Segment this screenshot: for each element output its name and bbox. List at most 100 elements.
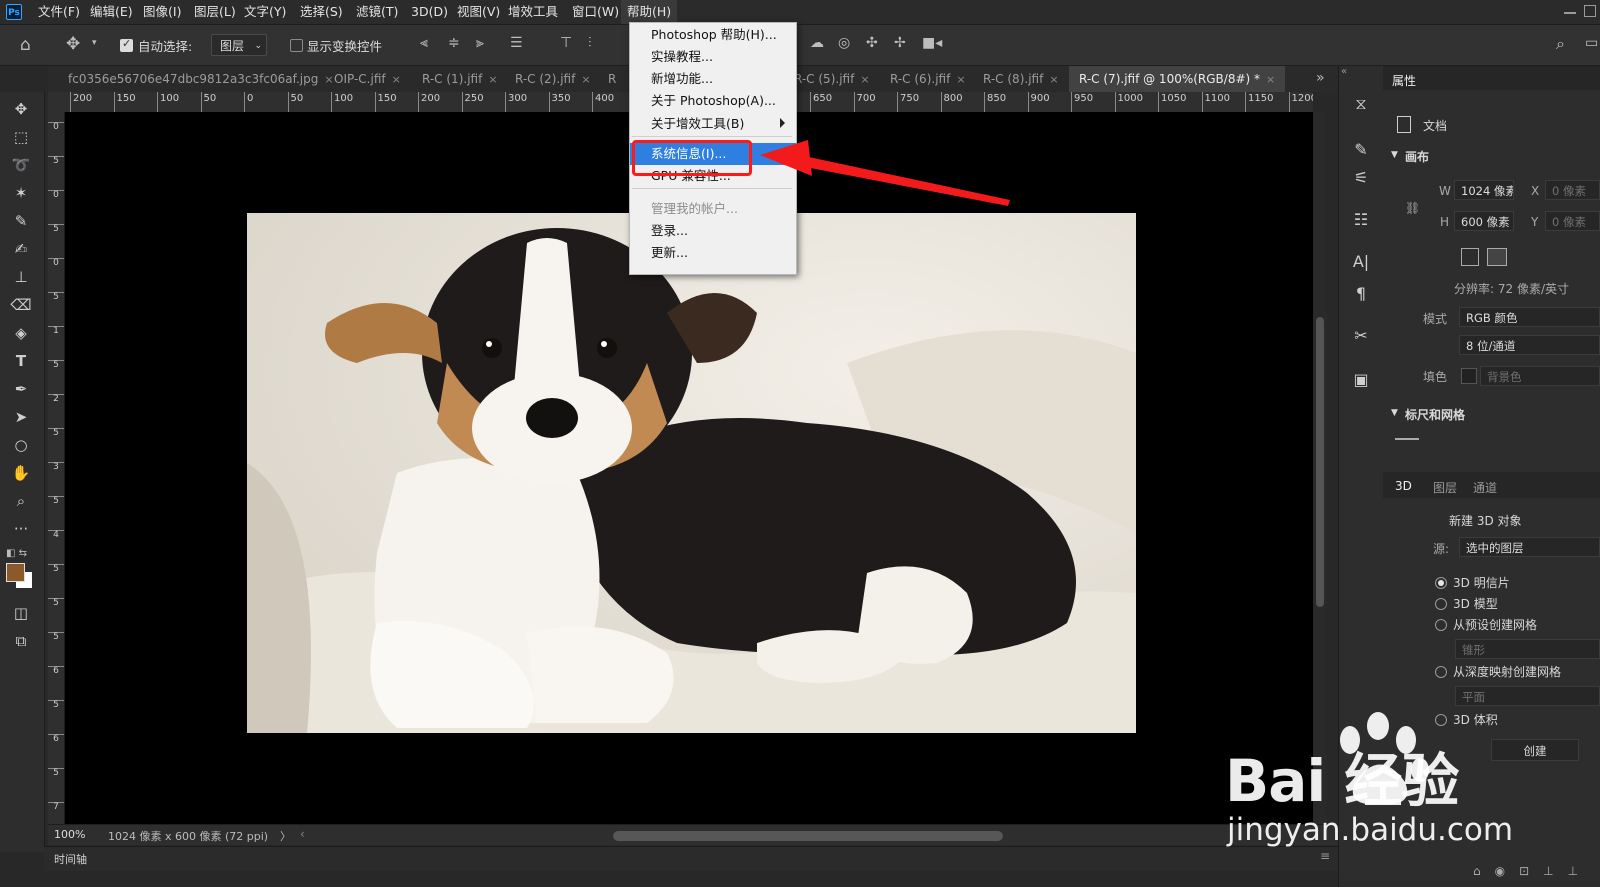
align-right-icon[interactable]: ⫸: [476, 35, 484, 51]
portrait-orientation-icon[interactable]: [1461, 248, 1479, 266]
search-icon[interactable]: ⌕: [1556, 34, 1565, 54]
y-field[interactable]: 0 像素: [1545, 211, 1600, 231]
link-icon[interactable]: ⛓: [1405, 201, 1420, 215]
lasso-tool-icon[interactable]: ➰: [8, 154, 34, 176]
bit-depth-select[interactable]: 8 位/通道: [1459, 335, 1600, 355]
align-center-icon[interactable]: ≑: [448, 35, 460, 51]
help-menu-item[interactable]: Photoshop 帮助(H)...: [630, 24, 796, 46]
document-tab[interactable]: fc0356e56706e47dbc9812a3c3fc06af.jpg ×: [68, 66, 334, 92]
adjustments-icon[interactable]: ⚟: [1347, 164, 1375, 192]
tabs-overflow-icon[interactable]: »: [1316, 70, 1325, 86]
swap-colors-icon[interactable]: ◧ ⇆: [6, 548, 27, 559]
chevron-down-icon[interactable]: ▼: [1391, 408, 1398, 418]
close-icon[interactable]: ×: [488, 73, 497, 86]
align-left-icon[interactable]: ⫷: [420, 35, 428, 51]
timeline-tab[interactable]: 时间轴: [54, 851, 87, 867]
close-icon[interactable]: ×: [581, 73, 590, 86]
document-image-puppy[interactable]: [247, 213, 1136, 733]
fill-swatch[interactable]: [1461, 368, 1477, 384]
document-tab[interactable]: R-C (8).jfif ×: [983, 66, 1059, 92]
close-icon[interactable]: ×: [324, 73, 333, 86]
pen-tool-icon[interactable]: ✒: [8, 378, 34, 400]
home-icon[interactable]: ⌂: [20, 35, 31, 55]
orbit-3d-icon[interactable]: ☁: [810, 35, 824, 51]
menu-item[interactable]: 3D(D): [405, 0, 454, 24]
menu-item[interactable]: 增效工具: [502, 0, 564, 24]
source-select[interactable]: 选中的图层: [1459, 537, 1600, 557]
help-menu-item[interactable]: 新增功能...: [630, 68, 796, 90]
menu-item[interactable]: 窗口(W): [566, 0, 625, 24]
stamp-tool-icon[interactable]: ⊥: [8, 266, 34, 288]
slide-3d-icon[interactable]: ✢: [894, 35, 906, 51]
tools-icon[interactable]: ✂: [1347, 322, 1375, 350]
screen-mode-icon[interactable]: ⧉: [8, 630, 34, 652]
marquee-tool-icon[interactable]: ⬚: [8, 126, 34, 148]
libraries-icon[interactable]: ☷: [1347, 206, 1375, 234]
menu-item[interactable]: 选择(S): [294, 0, 349, 24]
panel-bottom-icons[interactable]: ⌂◉⊡⊥⊥: [1473, 864, 1592, 878]
x-field[interactable]: 0 像素: [1545, 180, 1600, 200]
3d-option-radio[interactable]: [1435, 666, 1447, 678]
mode-select[interactable]: RGB 颜色: [1459, 307, 1600, 327]
auto-select-dropdown[interactable]: 图层 ⌄: [211, 34, 267, 56]
depth-map-select[interactable]: 平面: [1455, 686, 1600, 706]
history-icon[interactable]: ⧖: [1347, 90, 1375, 118]
document-tab[interactable]: R: [608, 66, 616, 92]
type-tool-icon[interactable]: T: [8, 350, 34, 372]
move-tool-icon[interactable]: ✥: [66, 34, 80, 54]
close-icon[interactable]: ×: [1266, 73, 1275, 86]
help-menu-item[interactable]: 关于增效工具(B): [630, 113, 796, 135]
menu-item[interactable]: 文件(F): [32, 0, 86, 24]
distribute-icon[interactable]: ☰: [510, 35, 523, 51]
character-icon[interactable]: A|: [1347, 248, 1375, 276]
document-tab-active[interactable]: R-C (7).jfif @ 100%(RGB/8#) * ×: [1069, 66, 1286, 92]
menu-item[interactable]: 视图(V): [451, 0, 506, 24]
properties-title[interactable]: 属性: [1392, 72, 1416, 89]
menu-item[interactable]: 文字(Y): [238, 0, 292, 24]
document-info[interactable]: 1024 像素 x 600 像素 (72 ppi): [108, 828, 268, 844]
align-top-icon[interactable]: ⊤: [560, 35, 572, 51]
status-expand-icon[interactable]: 〉: [280, 828, 291, 844]
3d-option-radio[interactable]: [1435, 619, 1447, 631]
brush-tool-icon[interactable]: ✍: [8, 238, 34, 260]
landscape-orientation-icon[interactable]: [1487, 248, 1507, 266]
panel-tab[interactable]: 3D: [1395, 479, 1412, 493]
fill-select[interactable]: 背景色: [1480, 366, 1600, 386]
help-menu-item[interactable]: 更新...: [630, 242, 796, 264]
chevron-down-icon[interactable]: ▾: [92, 38, 97, 48]
menu-item[interactable]: 帮助(H): [621, 0, 678, 24]
document-tab[interactable]: R-C (6).jfif ×: [890, 66, 966, 92]
move-tool-icon[interactable]: ✥: [8, 98, 34, 120]
horizontal-scroll-thumb[interactable]: [613, 831, 1003, 841]
eraser-tool-icon[interactable]: ⌫: [8, 294, 34, 316]
minimize-icon[interactable]: [1564, 12, 1576, 14]
quick-mask-icon[interactable]: ◫: [8, 602, 34, 624]
foreground-color-swatch[interactable]: [6, 563, 25, 582]
eyedropper-icon[interactable]: ✎: [8, 210, 34, 232]
ruler-grid-section-title[interactable]: 标尺和网格: [1405, 406, 1465, 423]
help-menu-item[interactable]: 实操教程...: [630, 46, 796, 68]
close-icon[interactable]: ×: [392, 73, 401, 86]
vertical-scroll-thumb[interactable]: [1316, 317, 1324, 607]
3d-option-radio[interactable]: [1435, 577, 1447, 589]
paint-bucket-icon[interactable]: ◈: [8, 322, 34, 344]
magic-wand-icon[interactable]: ✶: [8, 182, 34, 204]
zoom-level[interactable]: 100%: [54, 828, 85, 841]
brush-settings-icon[interactable]: ✎: [1347, 136, 1375, 164]
maximize-icon[interactable]: [1584, 5, 1596, 17]
camera-3d-icon[interactable]: ■◂: [922, 35, 942, 51]
drag-3d-icon[interactable]: ✣: [866, 35, 878, 51]
zoom-tool-icon[interactable]: ⌕: [8, 490, 34, 512]
close-icon[interactable]: ×: [860, 73, 869, 86]
menu-item[interactable]: 滤镜(T): [350, 0, 404, 24]
auto-select-checkbox[interactable]: [120, 37, 133, 52]
3d-option-radio[interactable]: [1435, 598, 1447, 610]
hand-tool-icon[interactable]: ✋: [8, 462, 34, 484]
align-middle-icon[interactable]: ⫶: [588, 35, 592, 51]
panel-tab[interactable]: 图层: [1433, 479, 1457, 496]
document-tab[interactable]: R-C (1).jfif ×: [422, 66, 498, 92]
more-tools-icon[interactable]: ···: [8, 518, 34, 540]
panel-tab[interactable]: 通道: [1473, 479, 1497, 496]
scroll-left-icon[interactable]: ‹: [300, 827, 305, 841]
menu-item[interactable]: 编辑(E): [84, 0, 139, 24]
